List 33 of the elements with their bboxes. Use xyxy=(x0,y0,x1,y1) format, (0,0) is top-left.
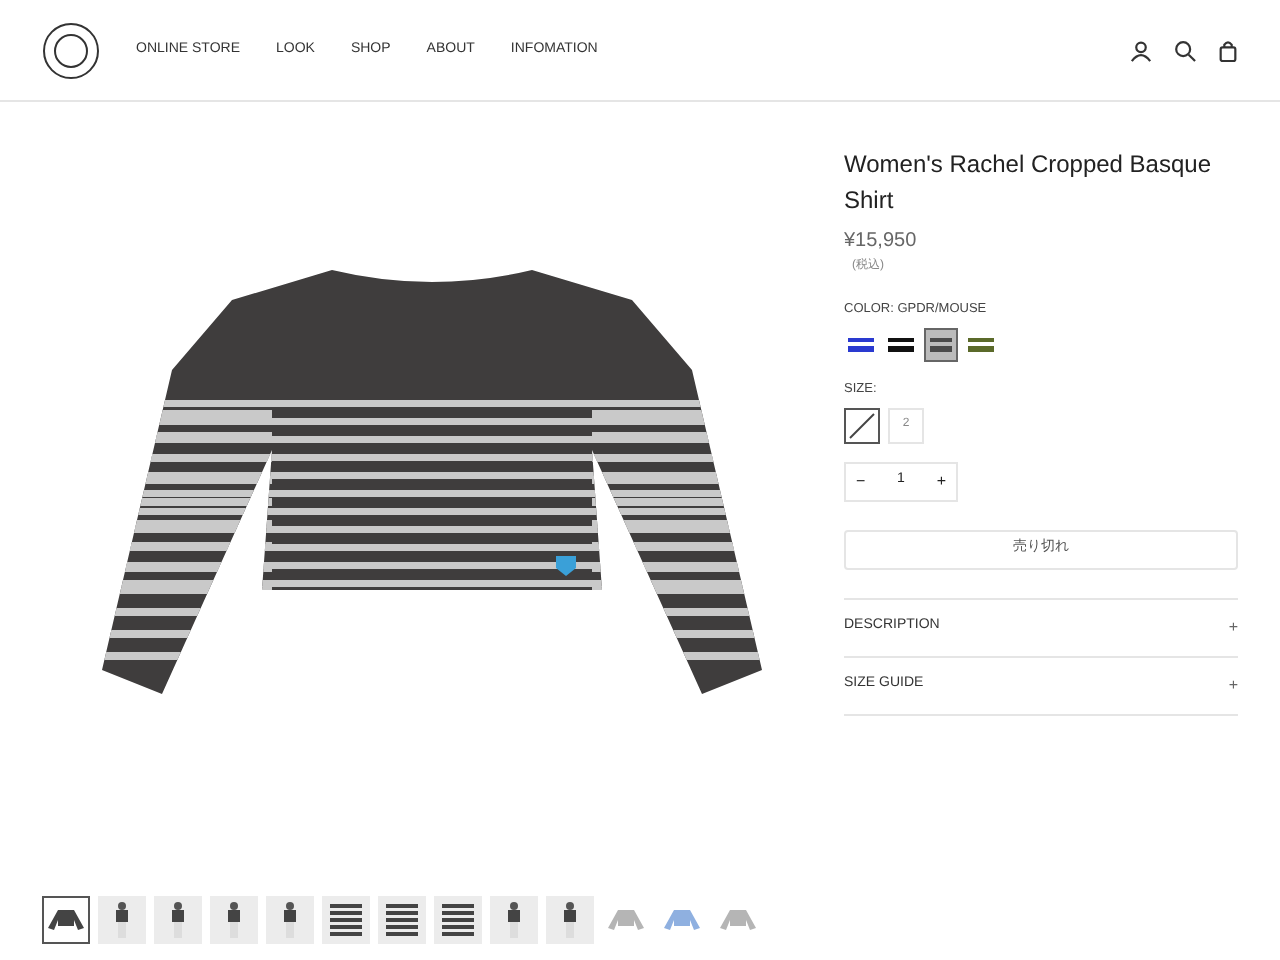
person-icon xyxy=(226,902,242,938)
sweater-icon xyxy=(662,908,702,932)
thumbnail[interactable] xyxy=(490,896,538,944)
thumbnail[interactable] xyxy=(98,896,146,944)
striped-fabric-icon xyxy=(328,902,364,938)
thumbnail[interactable] xyxy=(546,896,594,944)
user-icon[interactable] xyxy=(1130,39,1152,61)
product-title: Women's Rachel Cropped Basque Shirt xyxy=(844,148,1214,218)
person-icon xyxy=(282,902,298,938)
bag-icon[interactable] xyxy=(1218,39,1238,61)
person-icon xyxy=(170,902,186,938)
price: ¥15,950 xyxy=(844,228,919,256)
thumbnail[interactable] xyxy=(322,896,370,944)
thumbnail[interactable] xyxy=(378,896,426,944)
sweater-icon xyxy=(46,908,86,932)
thumbnail[interactable] xyxy=(154,896,202,944)
decrease-button[interactable]: − xyxy=(856,469,866,493)
person-icon xyxy=(114,902,130,938)
logo-icon[interactable] xyxy=(42,21,100,79)
thumbnail[interactable] xyxy=(434,896,482,944)
thumbnail[interactable] xyxy=(266,896,314,944)
striped-fabric-icon xyxy=(440,902,476,938)
striped-fabric-icon xyxy=(384,902,420,938)
sweater-icon xyxy=(718,908,758,932)
search-icon[interactable] xyxy=(1174,39,1196,61)
person-icon xyxy=(562,902,578,938)
color-swatch[interactable] xyxy=(924,327,958,362)
thumbnail[interactable] xyxy=(42,896,90,944)
person-icon xyxy=(506,902,522,938)
sweater-icon xyxy=(606,908,646,932)
size-option[interactable] xyxy=(844,407,880,443)
thumbnail[interactable] xyxy=(210,896,258,944)
increase-button[interactable]: + xyxy=(936,469,946,493)
